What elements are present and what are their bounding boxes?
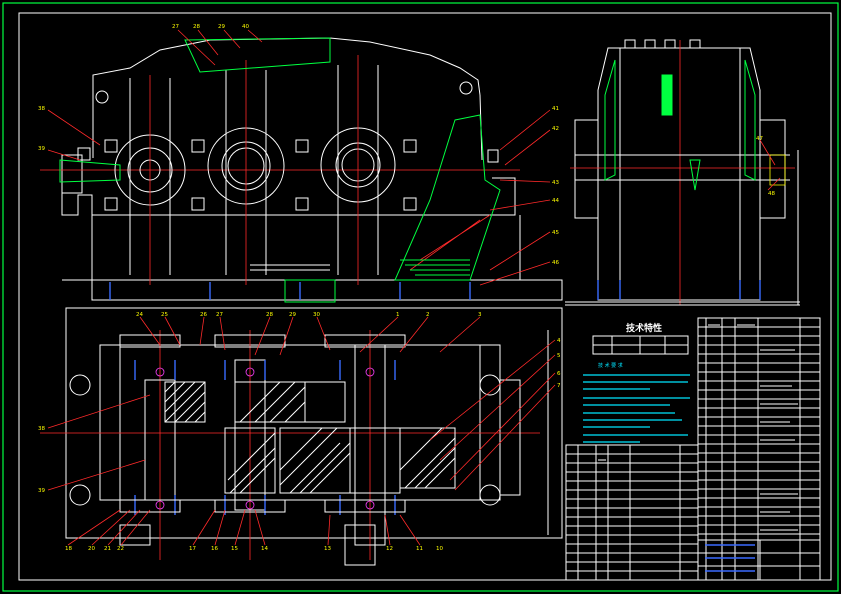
parts-list-rows-right xyxy=(698,326,820,535)
callout-plan-13: 13 xyxy=(324,546,331,552)
callout-plan-18: 18 xyxy=(65,546,72,552)
callout-plan-17: 17 xyxy=(189,546,196,552)
title-block xyxy=(697,539,821,581)
callout-plan-14: 14 xyxy=(261,546,268,552)
parts-list xyxy=(565,317,821,581)
callout-plan-39: 39 xyxy=(38,488,45,494)
callout-plan-15: 15 xyxy=(231,546,238,552)
callout-plan-38: 38 xyxy=(38,426,45,432)
callout-plan-30: 30 xyxy=(313,312,320,318)
callout-45: 45 xyxy=(552,230,559,236)
inner-frame xyxy=(18,12,832,581)
callout-41: 41 xyxy=(552,106,559,112)
callout-plan-4: 4 xyxy=(557,338,561,344)
callout-40: 40 xyxy=(242,24,249,30)
parts-list-columns xyxy=(577,318,801,580)
callout-plan-12: 12 xyxy=(386,546,393,552)
callout-plan-25: 25 xyxy=(161,312,168,318)
callout-42: 42 xyxy=(552,126,559,132)
callout-plan-24: 24 xyxy=(136,312,143,318)
callout-plan-22: 22 xyxy=(117,546,124,552)
callout-plan-1: 1 xyxy=(396,312,400,318)
callout-plan-29: 29 xyxy=(289,312,296,318)
callout-plan-16: 16 xyxy=(211,546,218,552)
tech-spec-title: 技术特性 xyxy=(626,322,662,334)
callout-43: 43 xyxy=(552,180,559,186)
callout-plan-5: 5 xyxy=(557,353,561,359)
callout-29: 29 xyxy=(218,24,225,30)
cad-drawing-sheet: 27 28 29 40 41 42 43 44 45 46 47 48 38 3… xyxy=(2,2,839,592)
callout-plan-27: 27 xyxy=(216,312,223,318)
outer-border xyxy=(2,2,839,592)
front-view xyxy=(40,37,563,303)
plan-view xyxy=(40,307,563,566)
callout-plan-26: 26 xyxy=(200,312,207,318)
callout-47: 47 xyxy=(756,136,763,142)
callout-48: 48 xyxy=(768,191,775,197)
callout-plan-2: 2 xyxy=(426,312,430,318)
callout-plan-3: 3 xyxy=(478,312,482,318)
callout-27: 27 xyxy=(172,24,179,30)
callout-plan-28: 28 xyxy=(266,312,273,318)
callout-28: 28 xyxy=(193,24,200,30)
callout-plan-10: 10 xyxy=(436,546,443,552)
callout-plan-21: 21 xyxy=(104,546,111,552)
callout-44: 44 xyxy=(552,198,559,204)
callout-39: 39 xyxy=(38,146,45,152)
callout-plan-6: 6 xyxy=(557,371,561,377)
tech-spec-block: 技术特性 技 术 要 求 xyxy=(583,322,690,443)
tech-req-lines xyxy=(583,374,690,443)
callout-38: 38 xyxy=(38,106,45,112)
callout-plan-7: 7 xyxy=(557,383,561,389)
callout-plan-20: 20 xyxy=(88,546,95,552)
tech-req-title: 技 术 要 求 xyxy=(598,362,623,369)
side-view xyxy=(565,39,800,306)
callout-plan-11: 11 xyxy=(416,546,423,552)
callout-46: 46 xyxy=(552,260,559,266)
